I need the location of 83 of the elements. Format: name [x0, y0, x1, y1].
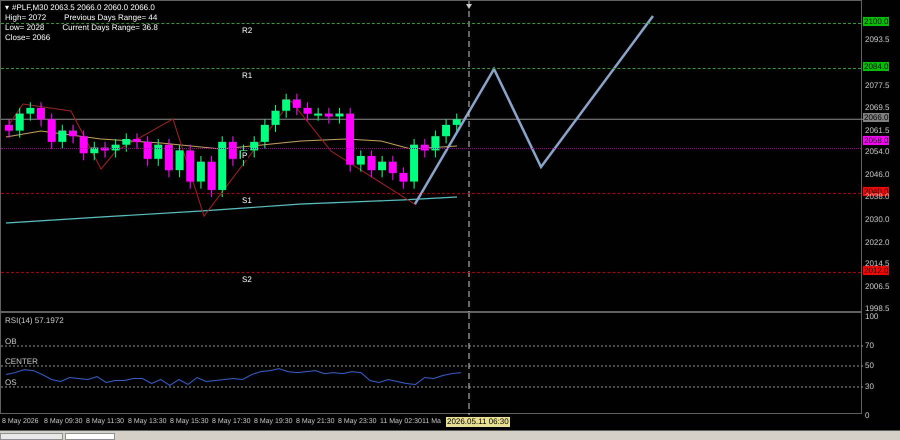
candlestick: [399, 166, 408, 190]
chart-symbol-title: #PLF,M30 2063.5 2066.0 2060.0 2066.0: [12, 3, 155, 13]
candlestick: [303, 102, 312, 122]
candlestick: [5, 118, 13, 138]
collapse-toggle[interactable]: ▾: [5, 3, 9, 13]
candlestick: [410, 138, 418, 190]
level-label: R1: [241, 71, 254, 80]
rsi-zone-label: OB: [5, 337, 17, 346]
candlestick: [250, 136, 258, 158]
price-tick-label: 2093.5: [865, 35, 890, 44]
rsi-zone-label: OS: [5, 378, 17, 387]
level-label: R2: [241, 26, 254, 35]
crosshair-time-label: 2026.05.11 06:30: [446, 417, 510, 427]
rsi-title: RSI(14) 57.1972: [5, 316, 64, 326]
price-tick-label: 2022.0: [865, 238, 890, 247]
price-marker: 2100.0: [863, 17, 890, 26]
candlestick: [218, 136, 226, 198]
info-text: High= 2072: [5, 13, 46, 23]
candlestick: [452, 113, 461, 132]
info-text: Close= 2066: [5, 33, 50, 43]
candlestick: [356, 150, 365, 172]
candlestick: [100, 141, 109, 158]
candlestick: [196, 155, 205, 190]
candlestick: [388, 155, 397, 181]
rsi-tick-label: 50: [865, 361, 874, 370]
candlestick: [208, 155, 216, 198]
rsi-tick-label: 0: [865, 411, 870, 420]
candlestick: [292, 93, 301, 116]
candlestick: [90, 141, 98, 161]
price-tick-label: 2054.0: [865, 147, 890, 156]
candlestick: [144, 136, 152, 166]
candlestick: [176, 144, 184, 178]
candlestick: [282, 93, 290, 118]
candlestick: [26, 102, 34, 122]
price-tick-label: 2046.0: [865, 170, 890, 179]
rsi-tick-label: 70: [865, 341, 874, 350]
candlestick: [228, 136, 237, 166]
candlestick: [68, 124, 77, 144]
price-tick-label: 2061.5: [865, 126, 890, 135]
rsi-tick-label: 100: [865, 312, 878, 321]
candlestick: [164, 138, 173, 178]
price-marker: 2058.0: [863, 136, 890, 145]
candlestick: [58, 124, 66, 150]
candlestick: [335, 107, 344, 124]
info-text: Current Days Range= 36.8: [62, 23, 158, 33]
candlestick: [420, 138, 429, 158]
candlestick: [154, 138, 162, 166]
candlestick: [112, 138, 120, 158]
candlestick: [48, 113, 56, 150]
level-label: S1: [241, 196, 253, 205]
candlestick: [16, 107, 24, 138]
chart-tab[interactable]: [0, 433, 63, 440]
candlestick: [272, 104, 280, 132]
price-marker: 2084.0: [863, 62, 890, 72]
candlestick: [122, 132, 130, 152]
candlestick: [346, 107, 354, 172]
candlestick: [186, 144, 194, 190]
rsi-tick-label: 30: [865, 382, 874, 391]
candlestick: [314, 107, 322, 122]
candlestick: [132, 132, 141, 150]
price-marker: 2066.0: [863, 113, 890, 122]
price-tick-label: 2006.5: [865, 282, 890, 291]
candlestick: [378, 155, 386, 178]
info-text: Low= 2028: [5, 23, 44, 33]
rsi-zone-label: CENTER: [5, 357, 38, 366]
price-tick-label: 2030.0: [865, 215, 890, 224]
candlestick: [442, 118, 450, 144]
price-tick-label: 2014.5: [865, 258, 890, 268]
candlestick: [367, 150, 376, 178]
candlestick: [260, 118, 269, 150]
level-label: P: [241, 151, 248, 160]
chart-tab[interactable]: [65, 433, 115, 440]
level-label: S2: [241, 275, 253, 284]
candlestick: [80, 130, 88, 161]
info-text: Previous Days Range= 44: [64, 13, 158, 23]
candlestick: [36, 102, 45, 127]
price-tick-label: 2069.5: [865, 103, 890, 112]
price-tick-label: 2077.5: [865, 80, 890, 90]
candlestick: [431, 130, 440, 158]
candlestick: [324, 107, 333, 124]
price-marker: 2012.0: [863, 266, 890, 275]
triangle-icon: [466, 4, 472, 9]
price-tick-label: 1998.5: [865, 304, 890, 314]
